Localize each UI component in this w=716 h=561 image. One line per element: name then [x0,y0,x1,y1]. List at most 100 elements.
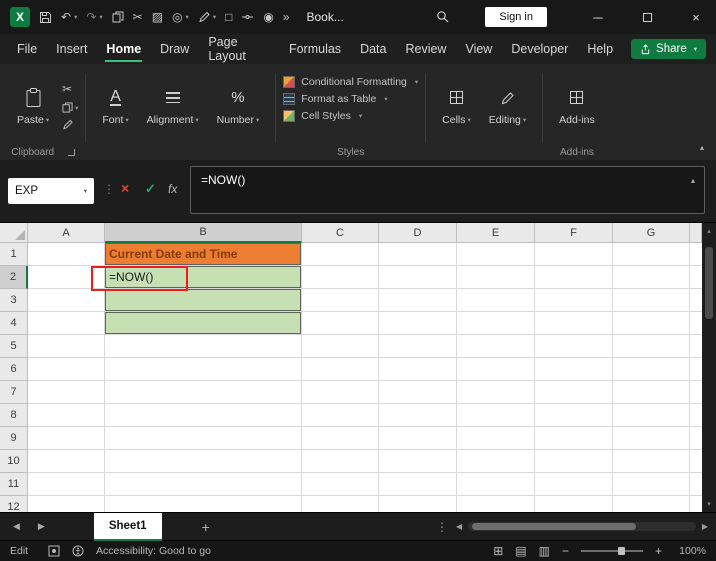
draw-tool-icon[interactable]: ▾ [198,11,216,23]
tab-insert[interactable]: Insert [55,36,88,62]
clipboard-dialog-launcher-icon[interactable] [68,148,76,156]
cell-E5[interactable] [457,335,535,358]
cell-D5[interactable] [379,335,457,358]
row-header-9[interactable]: 9 [0,427,28,450]
horizontal-scroll-track[interactable] [468,522,696,531]
cell-A8[interactable] [28,404,105,427]
number-button[interactable]: % Number ▾ [208,85,269,128]
cell-G5[interactable] [613,335,690,358]
cell-C8[interactable] [302,404,379,427]
cell-D4[interactable] [379,312,457,335]
row-header-6[interactable]: 6 [0,358,28,381]
cell-E4[interactable] [457,312,535,335]
row-header-10[interactable]: 10 [0,450,28,473]
column-header-A[interactable]: A [28,223,105,243]
cell-A3[interactable] [28,289,105,312]
collapse-ribbon-icon[interactable]: ▴ [700,143,704,152]
cut-button[interactable]: ✂ [62,82,78,96]
name-box-dropdown-icon[interactable]: ▾ [84,187,87,195]
editing-button[interactable]: Editing ▾ [480,85,535,128]
cell-D7[interactable] [379,381,457,404]
cell-F10[interactable] [535,450,613,473]
cut-icon[interactable]: ✂ [133,10,143,24]
zoom-out-button[interactable]: − [562,544,569,558]
tab-developer[interactable]: Developer [510,36,569,62]
horizontal-scroll-thumb[interactable] [472,523,637,530]
picture-icon[interactable]: ▨ [152,10,163,24]
cell-E12[interactable] [457,496,535,512]
row-header-3[interactable]: 3 [0,289,28,312]
sheet-tab-sheet1[interactable]: Sheet1 [93,512,162,541]
cell-filler-12[interactable] [690,496,702,512]
normal-view-button[interactable]: ⊞ [493,544,503,558]
cell-F3[interactable] [535,289,613,312]
cell-D12[interactable] [379,496,457,512]
vertical-scroll-thumb[interactable] [705,247,713,319]
tab-file[interactable]: File [16,36,38,62]
cell-filler-3[interactable] [690,289,702,312]
cell-G4[interactable] [613,312,690,335]
cell-A5[interactable] [28,335,105,358]
column-header-B[interactable]: B [105,223,302,243]
cell-B3[interactable] [105,289,302,312]
cell-filler-9[interactable] [690,427,702,450]
cell-filler-8[interactable] [690,404,702,427]
accessibility-status[interactable]: Accessibility: Good to go [96,545,211,557]
cell-filler-11[interactable] [690,473,702,496]
cell-C10[interactable] [302,450,379,473]
tab-bar-options-icon[interactable]: ⋮ [428,520,456,534]
format-as-table-button[interactable]: Format as Table ▾ [283,93,418,105]
row-header-11[interactable]: 11 [0,473,28,496]
cancel-entry-button[interactable]: × [121,180,129,196]
more-commands-icon[interactable]: » [283,10,290,24]
cell-E9[interactable] [457,427,535,450]
insert-function-button[interactable]: fx [168,182,177,196]
cell-E11[interactable] [457,473,535,496]
page-layout-view-button[interactable]: ▤ [515,544,526,558]
vertical-scrollbar[interactable]: ▴ ▾ [702,223,716,512]
cell-D3[interactable] [379,289,457,312]
row-header-1[interactable]: 1 [0,243,28,266]
previous-sheet-button[interactable]: ◀ [4,521,29,532]
cell-D8[interactable] [379,404,457,427]
font-button[interactable]: A Font ▾ [93,85,137,128]
cell-A12[interactable] [28,496,105,512]
cell-C12[interactable] [302,496,379,512]
tab-page-layout[interactable]: Page Layout [207,29,271,69]
cell-D2[interactable] [379,266,457,289]
cell-G6[interactable] [613,358,690,381]
cell-G7[interactable] [613,381,690,404]
close-button[interactable]: × [676,0,716,34]
cell-B12[interactable] [105,496,302,512]
scroll-left-icon[interactable]: ◀ [456,522,462,531]
cell-F2[interactable] [535,266,613,289]
paste-button[interactable]: Paste ▾ [8,85,58,128]
column-header-D[interactable]: D [379,223,457,243]
cell-B9[interactable] [105,427,302,450]
horizontal-scrollbar[interactable]: ◀ ▶ [456,522,708,531]
column-header-G[interactable]: G [613,223,690,243]
maximize-button[interactable] [627,0,667,34]
zoom-slider[interactable] [580,547,643,555]
page-break-view-button[interactable]: ▥ [539,544,550,558]
cell-C3[interactable] [302,289,379,312]
cell-filler-5[interactable] [690,335,702,358]
collapse-formula-bar-icon[interactable]: ▴ [691,176,695,185]
cell-F7[interactable] [535,381,613,404]
cell-filler-6[interactable] [690,358,702,381]
next-sheet-button[interactable]: ▶ [29,521,54,532]
column-header-E[interactable]: E [457,223,535,243]
row-header-7[interactable]: 7 [0,381,28,404]
cell-C1[interactable] [302,243,379,266]
cell-styles-button[interactable]: Cell Styles ▾ [283,110,418,122]
scroll-up-icon[interactable]: ▴ [702,227,716,235]
new-sheet-button[interactable]: + [202,519,210,535]
cell-F11[interactable] [535,473,613,496]
cell-filler-4[interactable] [690,312,702,335]
cell-G9[interactable] [613,427,690,450]
zoom-in-button[interactable]: + [655,544,662,558]
add-ins-button[interactable]: Add-ins [550,85,604,128]
cell-D11[interactable] [379,473,457,496]
cell-A7[interactable] [28,381,105,404]
tab-home[interactable]: Home [105,36,143,62]
